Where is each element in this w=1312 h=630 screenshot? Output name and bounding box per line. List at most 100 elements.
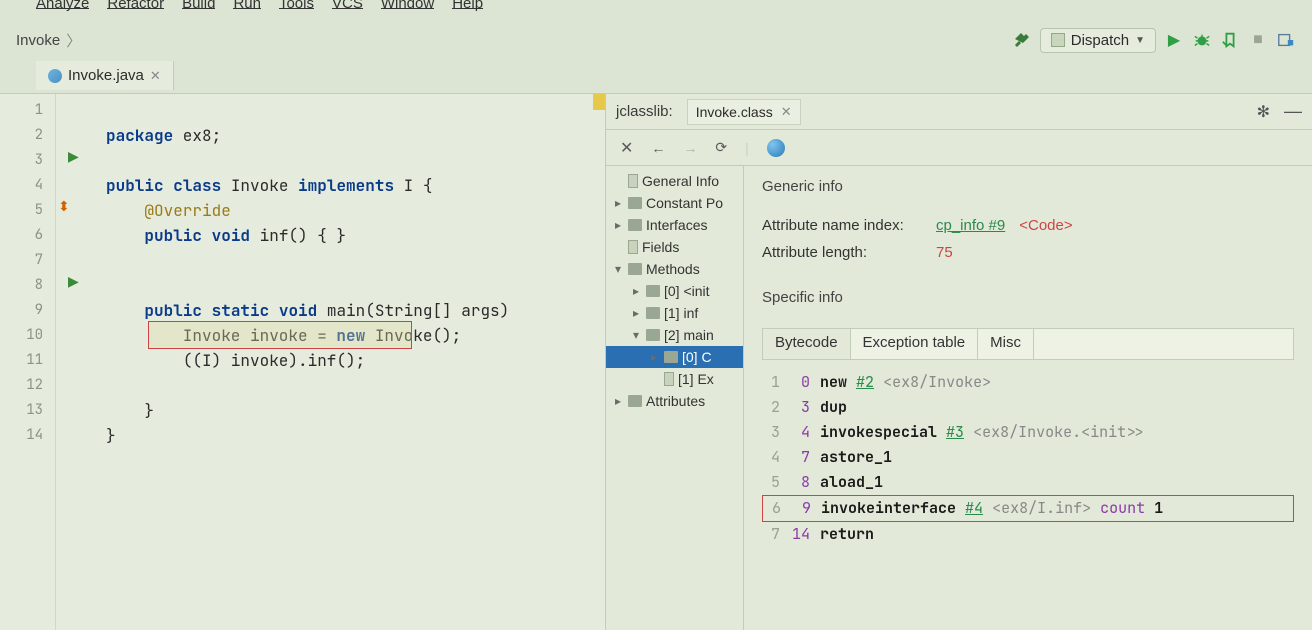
chevron-down-icon: ▼ xyxy=(1135,35,1145,46)
attr-name-tag: <Code> xyxy=(1019,217,1072,234)
section-title: Generic info xyxy=(762,178,1294,195)
tree-row[interactable]: Attributes xyxy=(606,390,743,412)
gutter: 1 2 3 4 5 6 7 8 9 10 11 12 13 14 xyxy=(0,94,56,630)
caret-icon[interactable] xyxy=(612,394,624,408)
tree-row[interactable]: Constant Po xyxy=(606,192,743,214)
bytecode-row: 58aload_1 xyxy=(762,470,1294,495)
tree-row[interactable]: [1] inf xyxy=(606,302,743,324)
caret-icon[interactable] xyxy=(648,350,660,364)
menu-window[interactable]: Window xyxy=(381,0,434,9)
tree-row[interactable]: Fields xyxy=(606,236,743,258)
breadcrumb[interactable]: Invoke 〉 xyxy=(16,30,81,51)
file-icon xyxy=(664,372,674,386)
menu-analyze[interactable]: Analyze xyxy=(36,0,89,9)
refresh-icon[interactable]: ⟳ xyxy=(715,139,727,156)
folder-icon xyxy=(628,395,642,407)
folder-icon xyxy=(646,307,660,319)
tree-label: [1] inf xyxy=(664,305,698,321)
constant-link[interactable]: #4 xyxy=(965,498,983,518)
tab-exception-table[interactable]: Exception table xyxy=(851,329,979,359)
tree-row[interactable]: Methods xyxy=(606,258,743,280)
minimize-icon[interactable]: — xyxy=(1284,101,1302,122)
bytecode-row: 23dup xyxy=(762,395,1294,420)
caret-icon[interactable] xyxy=(612,196,624,210)
bytecode-row: 714return xyxy=(762,522,1294,547)
menu-refactor[interactable]: Refactor xyxy=(107,0,164,9)
tree-label: [1] Ex xyxy=(678,371,714,387)
bytecode-row: 34invokespecial #3 <ex8/Invoke.<init>> xyxy=(762,420,1294,445)
constant-link[interactable]: #2 xyxy=(856,372,874,392)
editor-tab-invoke[interactable]: Invoke.java ✕ xyxy=(36,61,174,90)
debug-icon[interactable] xyxy=(1192,30,1212,50)
close-icon[interactable]: ✕ xyxy=(781,104,792,120)
constant-link[interactable]: #3 xyxy=(946,422,964,442)
caret-icon[interactable] xyxy=(630,306,642,320)
jclasslib-panel: jclasslib: Invoke.class ✕ ✻ — ✕ ← → ⟳ | … xyxy=(606,94,1312,630)
caret-icon[interactable] xyxy=(630,328,642,342)
code-area[interactable]: package ex8; public class Invoke impleme… xyxy=(56,94,605,630)
caret-icon[interactable] xyxy=(612,262,624,276)
globe-icon[interactable] xyxy=(767,139,785,157)
attr-length-label: Attribute length: xyxy=(762,244,922,261)
bytecode-row: 47astore_1 xyxy=(762,445,1294,470)
folder-icon xyxy=(646,329,660,341)
tree-label: Interfaces xyxy=(646,217,707,233)
menu-run[interactable]: Run xyxy=(233,0,261,9)
back-icon[interactable]: ← xyxy=(651,140,665,156)
bytecode-tabs: Bytecode Exception table Misc xyxy=(762,328,1294,360)
tree-row[interactable]: [2] main xyxy=(606,324,743,346)
panel-tab-invoke-class[interactable]: Invoke.class ✕ xyxy=(687,99,801,125)
tree-label: Constant Po xyxy=(646,195,723,211)
tab-misc[interactable]: Misc xyxy=(978,329,1034,359)
forward-icon[interactable]: → xyxy=(683,140,697,156)
chevron-right-icon: 〉 xyxy=(66,30,81,51)
tree-row[interactable]: [0] <init xyxy=(606,280,743,302)
run-config-icon xyxy=(1051,33,1065,47)
caret-icon[interactable] xyxy=(630,284,642,298)
stop-icon[interactable]: ■ xyxy=(1248,30,1268,50)
panel-title: jclasslib: xyxy=(616,103,673,120)
folder-icon xyxy=(664,351,678,363)
file-icon xyxy=(628,240,638,254)
caret-icon[interactable] xyxy=(612,218,624,232)
tree-label: [2] main xyxy=(664,327,714,343)
breadcrumb-item[interactable]: Invoke xyxy=(16,32,60,49)
attr-name-link[interactable]: cp_info #9 xyxy=(936,217,1005,234)
run-icon[interactable]: ▶ xyxy=(1164,30,1184,50)
detail-pane: Generic info Attribute name index: cp_in… xyxy=(744,166,1312,630)
tree-row[interactable]: [1] Ex xyxy=(606,368,743,390)
file-icon xyxy=(628,174,638,188)
tree-label: Methods xyxy=(646,261,700,277)
bytecode-row: 69invokeinterface #4 <ex8/I.inf> count 1 xyxy=(762,495,1294,522)
editor-tab-label: Invoke.java xyxy=(68,67,144,84)
menu-help[interactable]: Help xyxy=(452,0,483,9)
run-config-selector[interactable]: Dispatch ▼ xyxy=(1040,28,1156,53)
section-title: Specific info xyxy=(762,289,1294,306)
code-editor[interactable]: 1 2 3 4 5 6 7 8 9 10 11 12 13 14 ▶ ⬍ ▶ p… xyxy=(0,94,606,630)
attr-length-value: 75 xyxy=(936,244,953,261)
tree-row[interactable]: Interfaces xyxy=(606,214,743,236)
menu-build[interactable]: Build xyxy=(182,0,215,9)
run-config-label: Dispatch xyxy=(1071,32,1129,49)
gear-icon[interactable]: ✻ xyxy=(1257,102,1270,122)
tree-label: General Info xyxy=(642,173,719,189)
tree-row[interactable]: General Info xyxy=(606,170,743,192)
tree-label: Fields xyxy=(642,239,679,255)
folder-icon xyxy=(628,197,642,209)
run-coverage-icon[interactable] xyxy=(1220,30,1240,50)
structure-tree[interactable]: General Info Constant Po Interfaces Fields M… xyxy=(606,166,744,630)
tab-bytecode[interactable]: Bytecode xyxy=(763,329,851,359)
bytecode-list: 10new #2 <ex8/Invoke>23dup34invokespecia… xyxy=(762,370,1294,547)
attr-name-label: Attribute name index: xyxy=(762,217,922,234)
close-icon[interactable]: ✕ xyxy=(620,138,633,158)
tree-label: Attributes xyxy=(646,393,705,409)
tree-row[interactable]: [0] C xyxy=(606,346,743,368)
menu-vcs[interactable]: VCS xyxy=(332,0,363,9)
editor-tabstrip: Invoke.java ✕ xyxy=(0,58,1312,94)
java-file-icon xyxy=(48,69,62,83)
build-icon[interactable] xyxy=(1012,30,1032,50)
close-icon[interactable]: ✕ xyxy=(150,68,161,84)
folder-icon xyxy=(628,219,642,231)
menu-tools[interactable]: Tools xyxy=(279,0,314,9)
layout-settings-icon[interactable] xyxy=(1276,30,1296,50)
